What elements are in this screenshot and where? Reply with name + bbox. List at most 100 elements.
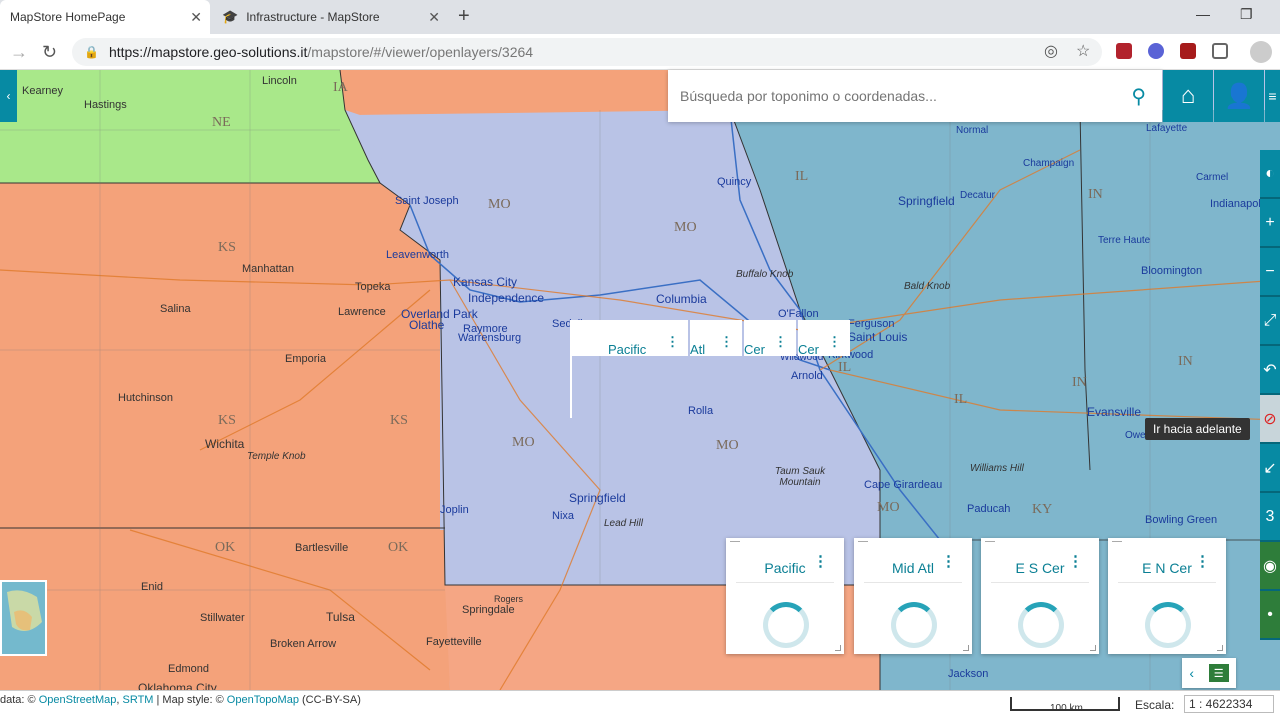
tab-infrastructure[interactable]: 🎓 Infrastructure - MapStore ✕: [212, 0, 448, 34]
star-icon[interactable]: ☆: [1076, 41, 1090, 61]
state-label: IL: [954, 392, 968, 407]
toc-toggle-button[interactable]: ‹ ☰: [1182, 658, 1236, 688]
close-icon[interactable]: ✕: [190, 9, 202, 26]
city-label: Joplin: [440, 504, 469, 516]
divider: [1118, 582, 1216, 583]
reload-icon[interactable]: ↻: [42, 42, 57, 63]
mini-widget-title: Atl: [690, 342, 706, 357]
kebab-menu-icon[interactable]: ⋮: [1195, 552, 1210, 570]
browser-tab-bar: MapStore HomePage ✕ 🎓 Infrastructure - M…: [0, 0, 1280, 34]
3d-icon: 3: [1265, 507, 1275, 525]
drag-handle[interactable]: [730, 541, 740, 542]
state-label: MO: [674, 220, 697, 235]
city-label: Cape Girardeau: [864, 479, 943, 491]
left-panel-toggle-button[interactable]: ‹: [0, 70, 17, 122]
kebab-menu-icon[interactable]: ⋮: [941, 552, 956, 570]
city-label: Nixa: [552, 510, 575, 522]
city-label: Oklahoma City: [138, 681, 217, 690]
divider: [864, 582, 962, 583]
profile-avatar[interactable]: [1250, 41, 1272, 63]
mini-widget[interactable]: Cer ⋮: [798, 320, 850, 357]
mini-widget[interactable]: Cer ⋮: [744, 320, 796, 357]
mini-widget-title: Cer: [798, 342, 819, 357]
opentopomap-link[interactable]: OpenTopoMap: [227, 694, 299, 706]
widget-mid-atl[interactable]: Mid Atl ⋮: [854, 538, 972, 654]
user-button[interactable]: 👤: [1214, 70, 1264, 122]
resize-handle[interactable]: [963, 645, 969, 651]
extension-icon[interactable]: [1116, 43, 1132, 59]
fullscreen-button[interactable]: ⤢: [1260, 297, 1280, 346]
extension-icon[interactable]: [1212, 43, 1228, 59]
location-icon: ◉: [1263, 557, 1277, 575]
state-label: IA: [333, 80, 348, 95]
state-label: IN: [1088, 187, 1103, 202]
city-label: Rogers: [494, 594, 524, 604]
kebab-menu-icon[interactable]: ⋮: [666, 334, 679, 350]
resize-handle[interactable]: [1090, 645, 1096, 651]
widget-pacific[interactable]: Pacific ⋮: [726, 538, 844, 654]
city-label: Carmel: [1196, 172, 1229, 183]
state-label: MO: [716, 438, 739, 453]
resize-handle[interactable]: [1217, 645, 1223, 651]
loading-spinner-icon: [763, 602, 809, 648]
kebab-menu-icon[interactable]: ⋮: [774, 334, 787, 350]
zoom-out-button[interactable]: −: [1260, 248, 1280, 297]
widget-e-s-cer[interactable]: E S Cer ⋮: [981, 538, 1099, 654]
forward-arrow-icon[interactable]: →: [10, 42, 28, 63]
measure-button[interactable]: ↙: [1260, 444, 1280, 493]
new-tab-button[interactable]: +: [458, 5, 470, 28]
resize-handle[interactable]: [835, 645, 841, 651]
menu-button[interactable]: ≡: [1265, 70, 1280, 122]
city-label: Bowling Green: [1145, 514, 1218, 526]
3d-button[interactable]: 3: [1260, 493, 1280, 542]
kebab-menu-icon[interactable]: ⋮: [813, 552, 828, 570]
pdf-extension-icon[interactable]: [1180, 43, 1196, 59]
divider: [991, 582, 1089, 583]
scale-select[interactable]: 1 : 4622334: [1184, 695, 1274, 713]
location-button[interactable]: ◉: [1260, 542, 1280, 591]
widget-e-n-cer[interactable]: E N Cer ⋮: [1108, 538, 1226, 654]
mountain-label: Williams Hill: [970, 463, 1024, 474]
minimize-icon[interactable]: —: [1196, 6, 1210, 22]
more-icon: •: [1267, 605, 1273, 623]
city-label: Lawrence: [338, 306, 386, 318]
overview-map[interactable]: [0, 580, 47, 656]
home-button[interactable]: ⌂: [1163, 70, 1213, 122]
city-label: Edmond: [168, 663, 209, 675]
globe-button[interactable]: ◐: [1260, 150, 1280, 199]
location-icon[interactable]: ◎: [1044, 41, 1058, 61]
lock-icon: 🔒: [84, 45, 99, 59]
city-label: Champaign: [1023, 158, 1075, 169]
city-label: Wichita: [205, 437, 245, 451]
drag-handle[interactable]: [1112, 541, 1122, 542]
search-input[interactable]: [680, 88, 1110, 104]
history-forward-button[interactable]: ⊘: [1260, 395, 1280, 444]
search-icon[interactable]: ⚲: [1131, 84, 1146, 109]
history-back-button[interactable]: ↶: [1260, 346, 1280, 395]
osm-link[interactable]: OpenStreetMap: [39, 694, 117, 706]
city-label: Kearney: [22, 85, 63, 97]
more-button[interactable]: •: [1260, 591, 1280, 640]
mini-widget-title: Pacific: [608, 342, 647, 357]
city-label: Broken Arrow: [270, 638, 337, 650]
kebab-menu-icon[interactable]: ⋮: [1068, 552, 1083, 570]
maximize-icon[interactable]: ❐: [1240, 6, 1253, 23]
mini-widget[interactable]: Atl ⋮: [690, 320, 742, 357]
url-field[interactable]: 🔒 https://mapstore.geo-solutions.it/maps…: [72, 38, 1102, 66]
tab-mapstore-home[interactable]: MapStore HomePage ✕: [0, 0, 210, 34]
city-label: Springfield: [898, 194, 955, 208]
city-label: Quincy: [717, 176, 752, 188]
drag-handle[interactable]: [858, 541, 868, 542]
kebab-menu-icon[interactable]: ⋮: [720, 334, 733, 350]
kebab-menu-icon[interactable]: ⋮: [828, 334, 841, 350]
mini-widget[interactable]: Pacific ⋮: [570, 320, 688, 357]
search-bar: ⚲: [668, 70, 1162, 122]
state-label: IL: [838, 360, 852, 375]
close-icon[interactable]: ✕: [428, 9, 440, 26]
city-label: Topeka: [355, 281, 391, 293]
mountain-label: Temple Knob: [247, 451, 306, 462]
drag-handle[interactable]: [985, 541, 995, 542]
srtm-link[interactable]: SRTM: [122, 694, 153, 706]
extension-icon[interactable]: [1148, 43, 1164, 59]
zoom-in-button[interactable]: +: [1260, 199, 1280, 248]
